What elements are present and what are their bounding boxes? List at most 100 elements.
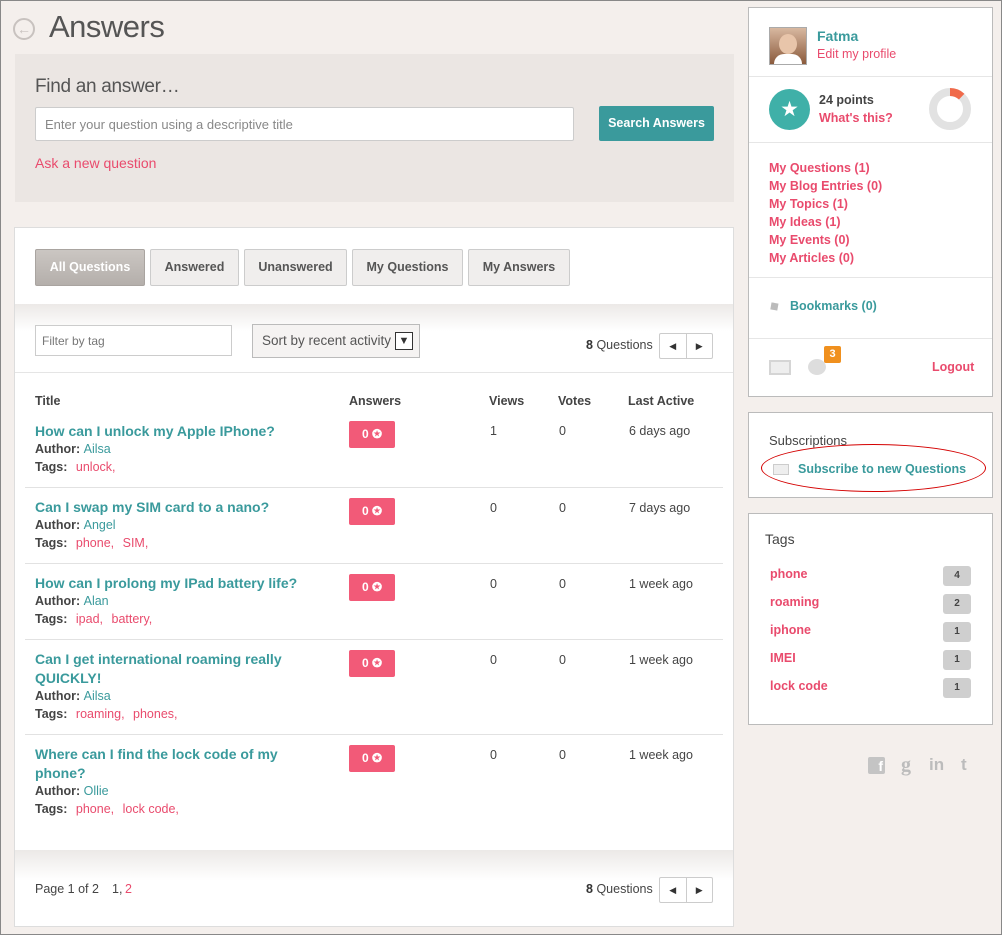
question-search-input[interactable] bbox=[35, 107, 574, 141]
points-progress-ring bbox=[929, 88, 971, 130]
questions-panel: All Questions Answered Unanswered My Que… bbox=[14, 227, 734, 927]
page-indicator: Page 1 of 2 bbox=[35, 882, 99, 896]
next-page-icon[interactable]: ▶ bbox=[687, 878, 713, 902]
my-events-link[interactable]: My Events (0) bbox=[769, 231, 882, 249]
bookmark-icon: ◆ bbox=[765, 296, 783, 315]
tag-link[interactable]: phone, bbox=[76, 536, 114, 550]
avatar[interactable] bbox=[769, 27, 807, 65]
search-answers-button[interactable]: Search Answers bbox=[599, 106, 714, 141]
filter-by-tag-input[interactable] bbox=[35, 325, 232, 356]
author-link[interactable]: Alan bbox=[84, 594, 109, 608]
tag-imei[interactable]: IMEI bbox=[770, 651, 796, 665]
tags-heading: Tags bbox=[765, 531, 795, 547]
question-title-link[interactable]: Where can I find the lock code of my pho… bbox=[35, 745, 305, 783]
tag-link[interactable]: battery, bbox=[112, 612, 153, 626]
logout-link[interactable]: Logout bbox=[932, 360, 974, 374]
views-cell: 0 bbox=[490, 748, 497, 762]
sort-select[interactable]: Sort by recent activity ▼ bbox=[252, 324, 420, 358]
author-line: Author: Alan bbox=[35, 594, 109, 608]
filter-bar: Sort by recent activity ▼ 8 Questions ◀ … bbox=[15, 304, 733, 372]
table-row: How can I unlock my Apple IPhone? Author… bbox=[25, 414, 723, 488]
header-votes: Votes bbox=[558, 394, 592, 408]
edit-profile-link[interactable]: Edit my profile bbox=[817, 47, 896, 61]
sort-value: Sort by recent activity bbox=[262, 333, 392, 348]
last-active-cell: 7 days ago bbox=[629, 501, 691, 515]
twitter-icon[interactable]: t bbox=[961, 755, 967, 775]
page-link-2[interactable]: 2 bbox=[125, 882, 132, 896]
tab-unanswered[interactable]: Unanswered bbox=[244, 249, 347, 286]
page-title: Answers bbox=[49, 9, 165, 44]
my-content-links: My Questions (1) My Blog Entries (0) My … bbox=[769, 159, 882, 267]
tag-iphone[interactable]: iphone bbox=[770, 623, 811, 637]
answer-count-badge: 0 ✪ bbox=[349, 574, 395, 601]
star-icon: ★ bbox=[769, 89, 810, 130]
views-cell: 0 bbox=[490, 653, 497, 667]
tag-link[interactable]: SIM, bbox=[123, 536, 149, 550]
bookmarks-link[interactable]: Bookmarks (0) bbox=[790, 299, 877, 313]
answer-count-badge: 0 ✪ bbox=[349, 745, 395, 772]
votes-cell: 0 bbox=[559, 577, 566, 591]
google-plus-icon[interactable]: g bbox=[901, 754, 911, 777]
author-link[interactable]: Ollie bbox=[84, 784, 109, 798]
award-icon: ✪ bbox=[371, 656, 383, 670]
profile-name[interactable]: Fatma bbox=[817, 28, 858, 44]
question-count: 8 Questions bbox=[586, 338, 653, 352]
author-link[interactable]: Angel bbox=[84, 518, 116, 532]
my-articles-link[interactable]: My Articles (0) bbox=[769, 249, 882, 267]
question-title-link[interactable]: Can I get international roaming really Q… bbox=[35, 650, 305, 688]
author-line: Author: Ailsa bbox=[35, 689, 111, 703]
my-topics-link[interactable]: My Topics (1) bbox=[769, 195, 882, 213]
tags-line: Tags: unlock, bbox=[35, 460, 116, 474]
ask-new-question-link[interactable]: Ask a new question bbox=[35, 155, 156, 171]
my-ideas-link[interactable]: My Ideas (1) bbox=[769, 213, 882, 231]
tag-link[interactable]: ipad, bbox=[76, 612, 103, 626]
next-page-icon[interactable]: ▶ bbox=[687, 334, 713, 358]
facebook-icon[interactable]: f bbox=[868, 757, 885, 774]
votes-cell: 0 bbox=[559, 748, 566, 762]
back-arrow-icon[interactable]: ← bbox=[13, 18, 35, 40]
my-questions-link[interactable]: My Questions (1) bbox=[769, 159, 882, 177]
tag-link[interactable]: phones, bbox=[133, 707, 177, 721]
author-line: Author: Ollie bbox=[35, 784, 109, 798]
profile-panel: Fatma Edit my profile ★ 24 points What's… bbox=[748, 7, 993, 397]
tags-panel: Tags phone 4 roaming 2 iphone 1 IMEI 1 l… bbox=[748, 513, 993, 725]
header-title: Title bbox=[35, 394, 61, 408]
tag-link[interactable]: lock code, bbox=[123, 802, 179, 816]
award-icon: ✪ bbox=[371, 427, 383, 441]
author-line: Author: Angel bbox=[35, 518, 116, 532]
tag-roaming[interactable]: roaming bbox=[770, 595, 819, 609]
header-last-active: Last Active bbox=[628, 394, 695, 408]
answer-count-badge: 0 ✪ bbox=[349, 421, 395, 448]
author-link[interactable]: Ailsa bbox=[84, 442, 111, 456]
prev-page-icon[interactable]: ◀ bbox=[660, 334, 687, 358]
mail-icon[interactable] bbox=[769, 360, 791, 375]
my-blog-entries-link[interactable]: My Blog Entries (0) bbox=[769, 177, 882, 195]
views-cell: 0 bbox=[490, 501, 497, 515]
author-link[interactable]: Ailsa bbox=[84, 689, 111, 703]
tab-all-questions[interactable]: All Questions bbox=[35, 249, 145, 286]
last-active-cell: 1 week ago bbox=[629, 653, 693, 667]
tab-answered[interactable]: Answered bbox=[150, 249, 239, 286]
prev-page-icon[interactable]: ◀ bbox=[660, 878, 687, 902]
question-title-link[interactable]: How can I prolong my IPad battery life? bbox=[35, 574, 335, 593]
tab-my-questions[interactable]: My Questions bbox=[352, 249, 463, 286]
whats-this-link[interactable]: What's this? bbox=[819, 111, 893, 125]
tag-lock-code[interactable]: lock code bbox=[770, 679, 828, 693]
pager-top: ◀ ▶ bbox=[659, 333, 713, 359]
header-views: Views bbox=[489, 394, 525, 408]
points-text: 24 points bbox=[819, 93, 874, 107]
award-icon: ✪ bbox=[371, 504, 383, 518]
table-row: Can I get international roaming really Q… bbox=[25, 640, 723, 735]
tag-link[interactable]: unlock, bbox=[76, 460, 116, 474]
tab-my-answers[interactable]: My Answers bbox=[468, 249, 570, 286]
page-link-1[interactable]: 1, bbox=[112, 882, 122, 896]
tags-line: Tags: roaming, phones, bbox=[35, 707, 178, 721]
tag-link[interactable]: roaming, bbox=[76, 707, 125, 721]
tag-count: 2 bbox=[943, 594, 971, 614]
question-title-link[interactable]: Can I swap my SIM card to a nano? bbox=[35, 498, 325, 517]
tag-link[interactable]: phone, bbox=[76, 802, 114, 816]
tags-line: Tags: phone, SIM, bbox=[35, 536, 149, 550]
linkedin-icon[interactable]: in bbox=[929, 755, 944, 775]
tag-phone[interactable]: phone bbox=[770, 567, 808, 581]
question-title-link[interactable]: How can I unlock my Apple IPhone? bbox=[35, 422, 325, 441]
